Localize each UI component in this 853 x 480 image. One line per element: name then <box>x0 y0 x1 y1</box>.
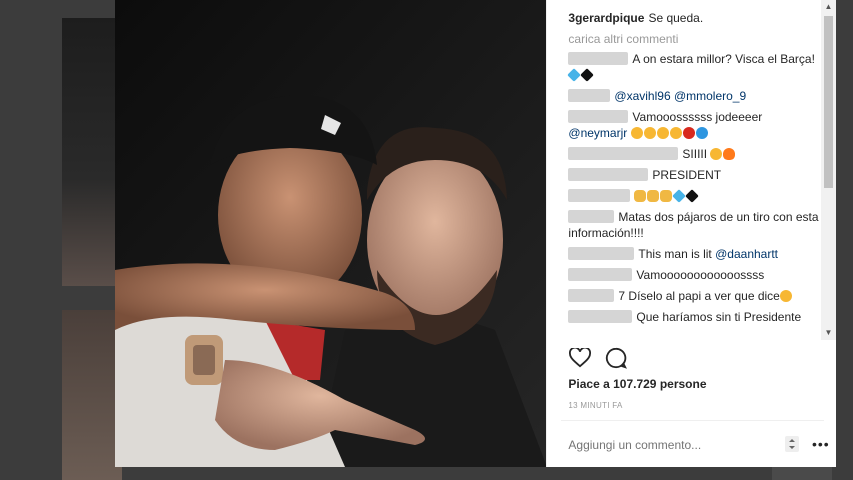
divider <box>561 420 824 421</box>
post-modal: 3gerardpique Se queda. carica altri comme… <box>115 0 836 467</box>
clap-emoji <box>634 190 647 202</box>
comments-list[interactable]: 3gerardpique Se queda. carica altri comme… <box>547 0 836 340</box>
comment-text: This man is lit <box>638 247 712 261</box>
blurred-username[interactable] <box>568 147 679 160</box>
face-emoji <box>710 148 723 160</box>
comment-item: Matas dos pájaros de un tiro con esta in… <box>547 209 836 241</box>
comment-item: PRESIDENT <box>547 167 836 183</box>
scroll-up-arrow-icon[interactable]: ▲ <box>821 0 836 14</box>
comment-item <box>547 188 836 204</box>
comment-item: 7 Díselo al papi a ver que dice <box>547 288 836 304</box>
scrollbar-thumb[interactable] <box>824 16 833 188</box>
comment-item: Que haríamos sin ti Presidente <box>547 309 836 325</box>
comment-item: This man is lit @daanhartt <box>547 246 836 262</box>
clap-emoji <box>660 190 673 202</box>
blue-heart-emoji <box>567 68 582 82</box>
background-post-thumbnail[interactable] <box>62 310 122 480</box>
post-sidebar: 3gerardpique Se queda. carica altri comme… <box>546 0 836 467</box>
clap-emoji <box>647 190 660 202</box>
add-comment-input[interactable] <box>568 437 779 453</box>
comment-mention[interactable]: @neymarjr <box>568 126 627 140</box>
comment-text: Vamoooooooooooossss <box>636 268 765 282</box>
caption-username[interactable]: 3gerardpique <box>568 11 644 25</box>
heart-icon <box>569 348 592 368</box>
blue-circle-emoji <box>695 127 708 139</box>
comment-text: Que haríamos sin ti Presidente <box>636 310 802 324</box>
ellipsis-icon: ••• <box>812 436 830 452</box>
post-photo[interactable] <box>115 0 547 467</box>
comment-mention[interactable]: @daanhartt <box>715 247 778 261</box>
blurred-username[interactable] <box>568 110 629 123</box>
likes-count[interactable]: Piace a 107.729 persone <box>568 377 706 391</box>
load-more-comments-link[interactable]: carica altri commenti <box>547 32 836 46</box>
blurred-username[interactable] <box>568 310 633 323</box>
red-circle-emoji <box>682 127 695 139</box>
black-heart-emoji <box>580 68 595 82</box>
like-button[interactable] <box>568 346 592 370</box>
comment-item: SIIIII <box>547 146 836 162</box>
caption-text: Se queda. <box>648 11 704 25</box>
comments-scrollbar[interactable]: ▲ ▼ <box>821 0 836 340</box>
face-emoji <box>779 290 792 302</box>
face-emoji <box>669 127 682 139</box>
face-emoji <box>630 127 643 139</box>
blue-heart-emoji <box>672 189 687 203</box>
face-emoji <box>643 127 656 139</box>
comment-text: A on estara millor? Visca el Barça! <box>632 52 815 66</box>
blurred-username[interactable] <box>568 268 633 281</box>
post-photo-image <box>115 0 547 467</box>
blurred-username[interactable] <box>568 52 629 65</box>
comment-button[interactable] <box>604 346 628 370</box>
blurred-username[interactable] <box>568 89 611 102</box>
blurred-username[interactable] <box>568 168 649 181</box>
caption: 3gerardpique Se queda. <box>547 10 836 26</box>
comment-mentions[interactable]: @xavihl96 @mmolero_9 <box>614 89 746 103</box>
resize-grip-icon[interactable] <box>785 436 799 452</box>
comment-item: Vamoooooooooooossss <box>547 267 836 283</box>
comment-item: Vamooossssss jodeeeer @neymarjr <box>547 109 836 141</box>
comment-text: SIIIII <box>682 147 708 161</box>
blurred-username[interactable] <box>568 247 635 260</box>
blurred-username[interactable] <box>568 210 615 223</box>
background-post-thumbnail[interactable] <box>62 18 122 286</box>
fire-emoji <box>723 148 736 160</box>
comment-icon <box>606 347 628 369</box>
comment-text: Vamooossssss jodeeeer <box>632 110 763 124</box>
blurred-username[interactable] <box>568 289 615 302</box>
post-timestamp[interactable]: 13 MINUTI FA <box>568 401 622 410</box>
blurred-username[interactable] <box>568 189 631 202</box>
comment-text: 7 Díselo al papi a ver que dice <box>618 289 780 303</box>
comment-item: @xavihl96 @mmolero_9 <box>547 88 836 104</box>
black-heart-emoji <box>685 189 700 203</box>
face-emoji <box>656 127 669 139</box>
post-actions <box>568 346 628 370</box>
more-options-button[interactable]: ••• <box>812 436 830 452</box>
comment-text: PRESIDENT <box>652 168 722 182</box>
scroll-down-arrow-icon[interactable]: ▼ <box>821 326 836 340</box>
comment-item: A on estara millor? Visca el Barça! <box>547 51 836 83</box>
